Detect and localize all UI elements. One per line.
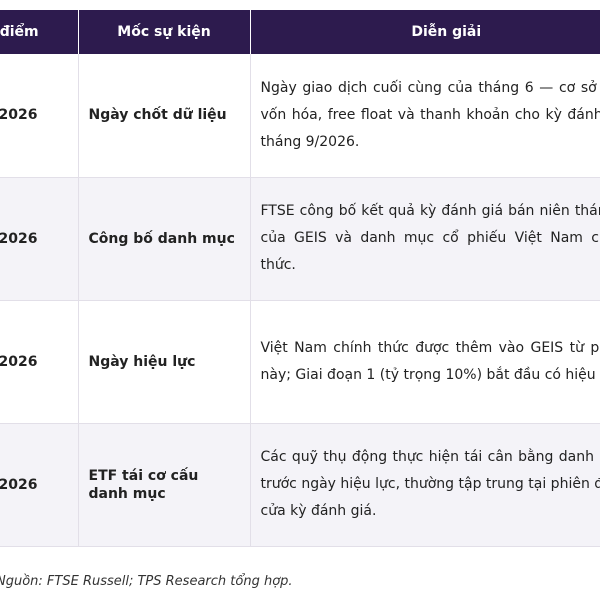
table-row: 21/9/2026 Ngày hiệu lực Việt Nam chính t…: [0, 300, 600, 424]
row-time: 21/9/2026: [0, 300, 79, 424]
document-page: Thời điểm Mốc sự kiện Diễn giải 30/6/202…: [0, 0, 600, 600]
table-header-row: Thời điểm Mốc sự kiện Diễn giải: [0, 10, 600, 54]
row-event: ETF tái cơ cấu danh mục: [78, 423, 251, 547]
row-time: 30/6/2026: [0, 54, 79, 178]
header-time: Thời điểm: [0, 10, 79, 54]
event-timeline-table: Thời điểm Mốc sự kiện Diễn giải 30/6/202…: [0, 10, 600, 547]
row-description: FTSE công bố kết quả kỳ đánh giá bán niê…: [250, 177, 600, 301]
row-event: Công bố danh mục: [78, 177, 251, 301]
row-time: 18/09/2026: [0, 423, 79, 547]
source-note: Nguồn: FTSE Russell; TPS Research tổng h…: [0, 574, 293, 589]
row-event: Ngày hiệu lực: [78, 300, 251, 424]
row-time: 8/9/2026: [0, 177, 79, 301]
table-row: 30/6/2026 Ngày chốt dữ liệu Ngày giao dị…: [0, 54, 600, 178]
row-description: Việt Nam chính thức được thêm vào GEIS t…: [250, 300, 600, 424]
table-row: 18/09/2026 ETF tái cơ cấu danh mục Các q…: [0, 423, 600, 547]
header-event: Mốc sự kiện: [78, 10, 251, 54]
header-description: Diễn giải: [250, 10, 600, 54]
table-row: 8/9/2026 Công bố danh mục FTSE công bố k…: [0, 177, 600, 301]
row-event: Ngày chốt dữ liệu: [78, 54, 251, 178]
row-description: Ngày giao dịch cuối cùng của tháng 6 — c…: [250, 54, 600, 178]
row-description: Các quỹ thụ động thực hiện tái cân bằng …: [250, 423, 600, 547]
